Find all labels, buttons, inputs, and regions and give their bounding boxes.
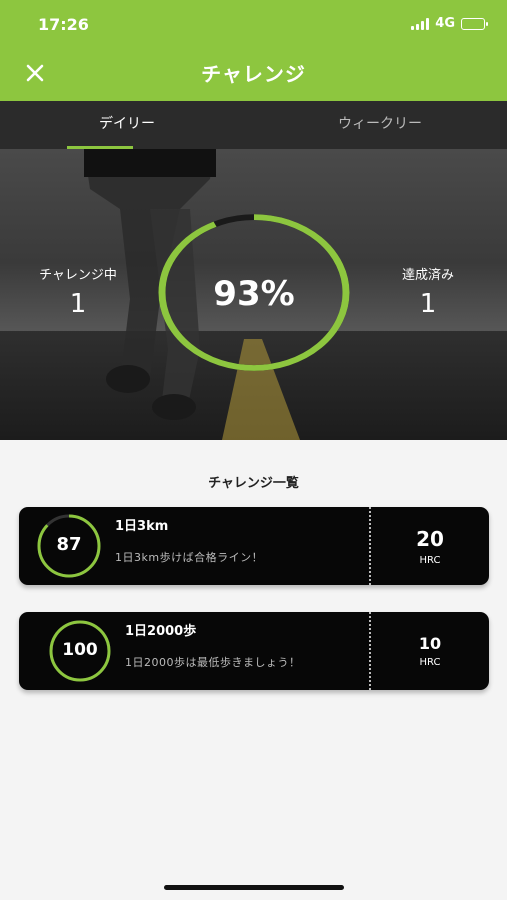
- challenge-card[interactable]: 87 1日3km 1日3km歩けば合格ライン！ 20 HRC: [19, 507, 489, 585]
- challenge-description: 1日3km歩けば合格ライン！: [115, 551, 264, 564]
- challenge-description: 1日2000歩は最低歩きましょう！: [125, 656, 301, 669]
- in-progress-label: チャレンジ中: [39, 268, 117, 283]
- tab-weekly[interactable]: ウィークリー: [280, 101, 480, 149]
- challenge-reward: 10 HRC: [371, 634, 489, 668]
- status-indicators: 4G: [411, 16, 488, 31]
- tab-bar: デイリー ウィークリー: [0, 101, 507, 149]
- tab-daily[interactable]: デイリー: [27, 101, 227, 149]
- completed-stat: 達成済み 1: [368, 264, 488, 319]
- reward-unit: HRC: [419, 657, 441, 668]
- battery-icon: [461, 17, 488, 30]
- nav-bar: チャレンジ: [0, 44, 507, 101]
- challenge-score: 100: [62, 640, 98, 660]
- signal-icon: [411, 17, 430, 30]
- reward-unit: HRC: [419, 555, 441, 566]
- in-progress-stat: チャレンジ中 1: [18, 264, 138, 319]
- challenge-title: 1日2000歩: [125, 624, 197, 639]
- page-title: チャレンジ: [201, 62, 306, 86]
- challenge-card[interactable]: 100 1日2000歩 1日2000歩は最低歩きましょう！ 10 HRC: [19, 612, 489, 690]
- challenge-list-title: チャレンジ一覧: [208, 476, 299, 491]
- completed-value: 1: [419, 289, 437, 319]
- overall-progress-text: 93%: [213, 274, 295, 314]
- hero-summary: チャレンジ中 1 93% 達成済み 1: [0, 149, 507, 440]
- status-bar: 17:26 4G: [0, 0, 507, 44]
- in-progress-value: 1: [69, 289, 87, 319]
- network-type: 4G: [435, 16, 455, 31]
- home-indicator: [164, 885, 344, 890]
- challenge-score: 87: [56, 534, 82, 555]
- challenge-title: 1日3km: [115, 519, 169, 534]
- reward-value: 10: [418, 634, 442, 653]
- challenge-reward: 20 HRC: [371, 527, 489, 566]
- status-time: 17:26: [38, 15, 89, 34]
- reward-value: 20: [416, 527, 444, 551]
- completed-label: 達成済み: [401, 268, 454, 283]
